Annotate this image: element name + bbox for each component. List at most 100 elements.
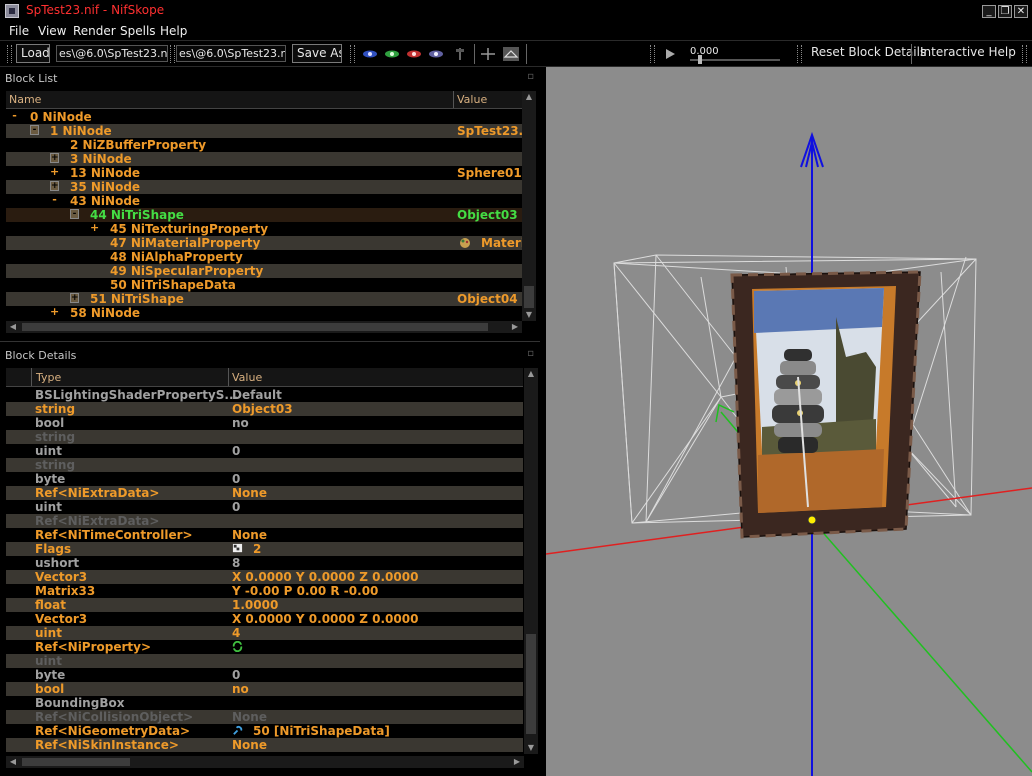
detail-row[interactable]: BSLightingShaderPropertyS... Default [6, 388, 523, 402]
tree-row[interactable]: - 44 NiTriShape Object03 [6, 208, 523, 222]
expand-icon[interactable]: + [70, 293, 79, 303]
pin-icon[interactable] [452, 47, 468, 61]
detail-row[interactable]: Ref<NiGeometryData> 50 [NiTriShapeData] [6, 724, 523, 738]
eye-icon[interactable] [406, 47, 422, 61]
block-list-hscrollbar[interactable]: ◀ ▶ [6, 321, 522, 333]
detail-row-value[interactable]: X 0.0000 Y 0.0000 Z 0.0000 [232, 612, 418, 626]
detail-row-value[interactable]: no [232, 416, 249, 430]
menu-help[interactable]: Help [160, 24, 187, 38]
interactive-help-button[interactable]: Interactive Help [920, 45, 1016, 59]
panel-divider[interactable] [0, 341, 540, 342]
tree-row[interactable]: +13 NiNode Sphere01 [6, 166, 523, 180]
scroll-thumb[interactable] [22, 323, 488, 331]
detail-row[interactable]: string [6, 430, 523, 444]
detail-row-value[interactable]: 0 [232, 500, 240, 514]
detail-row[interactable]: Flags 2 [6, 542, 523, 556]
detail-row[interactable]: Ref<NiExtraData> [6, 514, 523, 528]
scroll-down-icon[interactable]: ▼ [524, 742, 538, 754]
detail-row-value[interactable]: 8 [232, 556, 240, 570]
detail-row-value[interactable]: no [232, 682, 249, 696]
block-details-vscrollbar[interactable]: ▲ ▼ [524, 368, 538, 754]
expand-icon[interactable]: + [50, 306, 59, 317]
detail-row-value[interactable]: 0 [232, 472, 240, 486]
menu-spells[interactable]: Spells [120, 24, 156, 38]
scroll-up-icon[interactable]: ▲ [524, 368, 538, 380]
detail-row-value[interactable]: None [232, 710, 267, 724]
detail-row-value[interactable] [232, 640, 253, 654]
wireframe-icon[interactable] [503, 47, 519, 61]
dock-float-icon[interactable]: ▫ [527, 348, 534, 359]
toolbar-grip[interactable] [350, 45, 355, 63]
detail-row[interactable]: Ref<NiExtraData> None [6, 486, 523, 500]
detail-row[interactable]: uint 4 [6, 626, 523, 640]
animation-slider[interactable] [690, 59, 780, 61]
column-name-header[interactable]: Name [9, 93, 41, 106]
detail-row-value[interactable]: Default [232, 388, 282, 402]
detail-row[interactable]: bool no [6, 682, 523, 696]
scroll-thumb[interactable] [526, 634, 536, 734]
detail-row-value[interactable]: 0 [232, 668, 240, 682]
detail-row-value[interactable]: 2 [232, 542, 261, 556]
scroll-left-icon[interactable]: ◀ [6, 321, 20, 333]
scroll-left-icon[interactable]: ◀ [6, 756, 20, 768]
expand-icon[interactable]: + [50, 181, 59, 191]
tree-row[interactable]: +45 NiTexturingProperty [6, 222, 523, 236]
collapse-icon[interactable]: - [50, 194, 59, 205]
detail-row[interactable]: uint 0 [6, 444, 523, 458]
toolbar-grip[interactable] [7, 45, 12, 63]
column-type-header[interactable]: Type [36, 371, 61, 384]
block-list-vscrollbar[interactable]: ▲ ▼ [522, 91, 536, 321]
detail-row-value[interactable]: Object03 [232, 402, 293, 416]
detail-row-value[interactable]: None [232, 486, 267, 500]
tree-row[interactable]: -0 NiNode [6, 110, 523, 124]
eye-icon[interactable] [384, 47, 400, 61]
collapse-icon[interactable]: - [10, 110, 19, 121]
collapse-icon[interactable]: - [70, 209, 79, 219]
column-divider[interactable] [228, 368, 229, 386]
menu-render[interactable]: Render [73, 24, 116, 38]
toolbar-grip[interactable] [170, 45, 175, 63]
detail-row[interactable]: byte 0 [6, 472, 523, 486]
detail-row-value[interactable]: None [232, 738, 267, 752]
render-viewport[interactable] [546, 67, 1032, 776]
detail-row-value[interactable]: X 0.0000 Y 0.0000 Z 0.0000 [232, 570, 418, 584]
expand-icon[interactable]: + [50, 153, 59, 163]
scroll-down-icon[interactable]: ▼ [522, 309, 536, 321]
reset-block-details-button[interactable]: Reset Block Details [811, 45, 926, 59]
detail-row[interactable]: Ref<NiTimeController> None [6, 528, 523, 542]
detail-row[interactable]: byte 0 [6, 668, 523, 682]
maximize-icon[interactable]: ❐ [998, 5, 1012, 18]
detail-row[interactable]: string [6, 458, 523, 472]
detail-row[interactable]: string Object03 [6, 402, 523, 416]
save-as-button[interactable]: Save As [292, 44, 342, 63]
scroll-up-icon[interactable]: ▲ [522, 91, 536, 103]
tree-row[interactable]: +35 NiNode [6, 180, 523, 194]
toolbar-grip[interactable] [1022, 45, 1027, 63]
save-path-field[interactable]: es\@6.0\SpTest23.nif [176, 45, 286, 62]
detail-row-value[interactable]: None [232, 528, 267, 542]
animation-slider-handle[interactable] [698, 55, 702, 64]
detail-row[interactable]: uint 0 [6, 500, 523, 514]
tree-row[interactable]: 2 NiZBufferProperty [6, 138, 523, 152]
tree-row[interactable]: +3 NiNode [6, 152, 523, 166]
expand-icon[interactable]: + [50, 166, 59, 177]
detail-row-value[interactable]: 0 [232, 444, 240, 458]
column-divider[interactable] [31, 368, 32, 386]
detail-row[interactable]: Ref<NiCollisionObject> None [6, 710, 523, 724]
dock-float-icon[interactable]: ▫ [527, 71, 534, 82]
detail-row[interactable]: Vector3 X 0.0000 Y 0.0000 Z 0.0000 [6, 612, 523, 626]
collapse-icon[interactable]: - [30, 125, 39, 135]
tree-row[interactable]: 48 NiAlphaProperty [6, 250, 523, 264]
tree-row[interactable]: 47 NiMaterialProperty Materia [6, 236, 523, 250]
tree-row[interactable]: - 1 NiNode SpTest23.n [6, 124, 523, 138]
tree-row[interactable]: +51 NiTriShape Object04 [6, 292, 523, 306]
detail-row[interactable]: bool no [6, 416, 523, 430]
column-value-header[interactable]: Value [232, 371, 262, 384]
tree-row[interactable]: -43 NiNode [6, 194, 523, 208]
detail-row[interactable]: uint [6, 654, 523, 668]
detail-row[interactable]: Matrix33 Y -0.00 P 0.00 R -0.00 [6, 584, 523, 598]
detail-row-value[interactable]: 50 [NiTriShapeData] [232, 724, 390, 738]
detail-row[interactable]: BoundingBox [6, 696, 523, 710]
detail-row[interactable]: float 1.0000 [6, 598, 523, 612]
load-path-field[interactable]: es\@6.0\SpTest23.nif [56, 45, 168, 62]
